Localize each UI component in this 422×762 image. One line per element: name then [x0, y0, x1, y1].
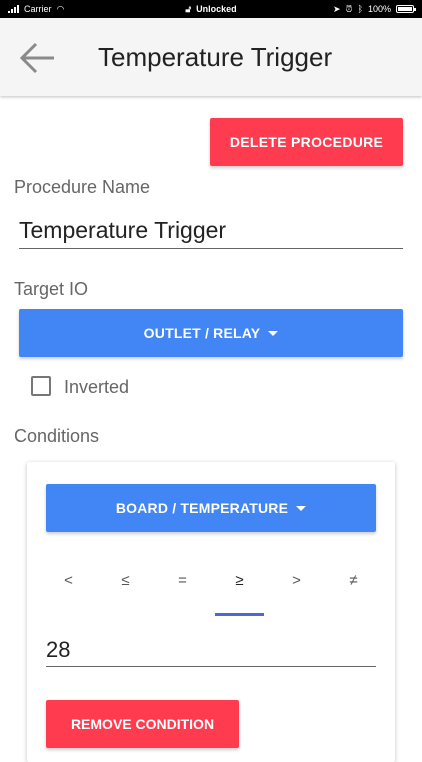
procedure-name-input[interactable] [19, 212, 403, 249]
operator-tab-greater-equal[interactable]: ≥ [211, 566, 268, 616]
arrow-left-icon [20, 42, 54, 74]
delete-procedure-button[interactable]: DELETE PROCEDURE [210, 118, 403, 166]
condition-value-input[interactable] [46, 634, 376, 667]
battery-label: 100% [367, 4, 391, 14]
bluetooth-icon: ᛒ [357, 4, 363, 14]
target-io-dropdown[interactable]: OUTLET / RELAY [19, 309, 403, 357]
status-bar: Carrier ◠ 🔓︎ Unlocked ➤ ⏰︎ ᛒ 100% [0, 0, 422, 18]
condition-source-value: BOARD / TEMPERATURE [115, 500, 289, 516]
inverted-label: Inverted [64, 377, 130, 397]
battery-icon [396, 5, 416, 13]
lock-icon: 🔓︎ [185, 3, 192, 14]
operator-tab-not-equal[interactable]: ≠ [325, 566, 382, 616]
operator-tabs: < ≤ = ≥ > ≠ [40, 566, 382, 616]
operator-tab-less-equal[interactable]: ≤ [97, 566, 154, 616]
lock-status: 🔓︎ Unlocked [185, 4, 236, 15]
wifi-icon: ◠ [56, 3, 65, 14]
operator-tab-equal[interactable]: = [154, 566, 211, 616]
target-io-value: OUTLET / RELAY [143, 325, 261, 341]
remove-condition-button[interactable]: REMOVE CONDITION [46, 700, 239, 748]
status-left: Carrier ◠ [8, 4, 64, 15]
operator-tab-less-than[interactable]: < [40, 566, 97, 616]
condition-source-dropdown[interactable]: BOARD / TEMPERATURE [46, 484, 376, 532]
status-right: ➤ ⏰︎ ᛒ 100% [332, 3, 416, 15]
lock-label: Unlocked [196, 4, 237, 14]
location-icon: ➤ [332, 3, 341, 14]
target-io-label: Target IO [14, 279, 89, 299]
caret-down-icon [296, 505, 307, 511]
app-bar: Temperature Trigger [0, 18, 422, 96]
alarm-icon: ⏰︎ [345, 3, 353, 14]
inverted-checkbox[interactable] [31, 376, 51, 396]
conditions-label: Conditions [14, 426, 100, 446]
signal-icon [8, 5, 19, 13]
procedure-name-label: Procedure Name [14, 177, 151, 197]
operator-tab-greater-than[interactable]: > [268, 566, 325, 616]
caret-down-icon [268, 330, 279, 336]
carrier-label: Carrier [24, 4, 52, 14]
back-button[interactable] [18, 38, 58, 78]
page-title: Temperature Trigger [98, 42, 333, 72]
